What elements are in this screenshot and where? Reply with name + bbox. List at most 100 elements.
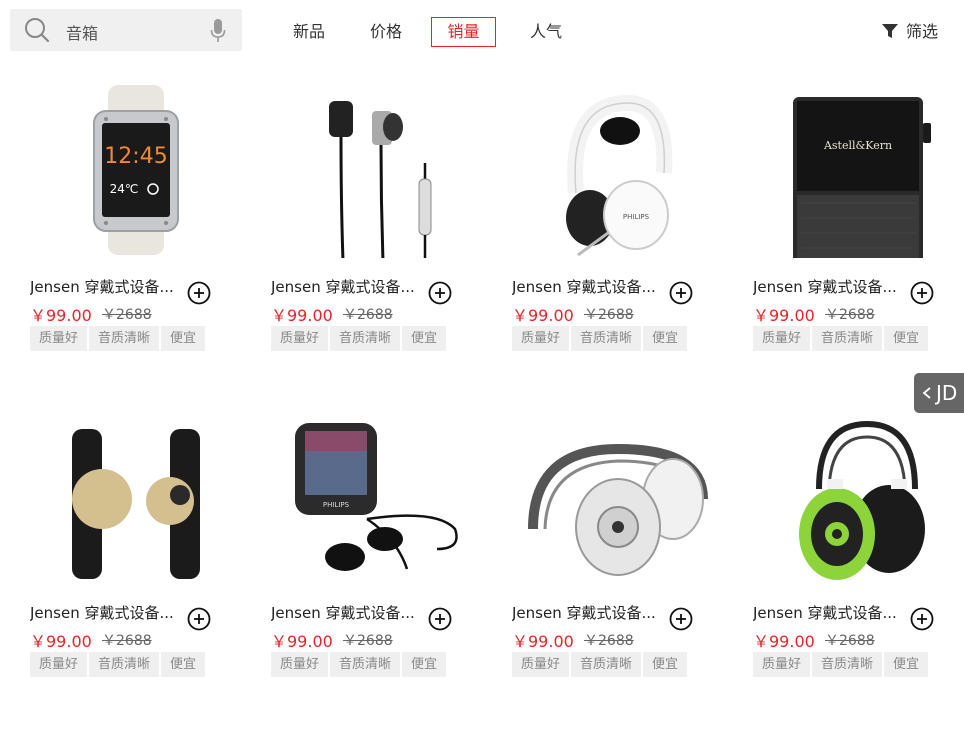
add-to-cart-icon[interactable] bbox=[428, 607, 452, 631]
tag[interactable]: 便宜 bbox=[884, 652, 929, 677]
product-tags: 质量好 音质清晰 便宜 bbox=[271, 326, 447, 351]
product-image-mp3-player[interactable]: PHILIPS bbox=[271, 404, 483, 589]
jd-side-tab-label: JD bbox=[936, 381, 958, 405]
product-tags: 质量好 音质清晰 便宜 bbox=[271, 652, 447, 677]
product-price: ￥99.00 bbox=[753, 632, 815, 651]
add-to-cart-icon[interactable] bbox=[669, 281, 693, 305]
add-to-cart-icon[interactable] bbox=[187, 607, 211, 631]
product-tags: 质量好 音质清晰 便宜 bbox=[753, 326, 929, 351]
product-card[interactable]: Jensen 穿戴式设备... ￥99.00 ￥2688 质量好 音质清晰 便宜 bbox=[271, 78, 483, 378]
product-price: ￥99.00 bbox=[30, 306, 92, 325]
product-image-smartwatch[interactable]: 12:45 24℃ bbox=[30, 78, 242, 263]
product-title[interactable]: Jensen 穿戴式设备... bbox=[512, 276, 662, 297]
tab-price[interactable]: 价格 bbox=[362, 17, 410, 47]
filter-button[interactable]: 筛选 bbox=[882, 20, 938, 44]
tab-sales[interactable]: 销量 bbox=[431, 17, 496, 47]
fitness-tracker-image bbox=[72, 429, 200, 579]
product-price: ￥99.00 bbox=[30, 632, 92, 651]
tag[interactable]: 音质清晰 bbox=[89, 326, 160, 351]
tag[interactable]: 音质清晰 bbox=[330, 326, 401, 351]
product-card[interactable]: Jensen 穿戴式设备... ￥99.00 ￥2688 质量好 音质清晰 便宜 bbox=[753, 404, 964, 704]
astell-kern-logo-text: Astell&Kern bbox=[823, 139, 892, 152]
product-image-white-headphones[interactable]: PHILIPS bbox=[512, 78, 724, 263]
product-card[interactable]: Astell&Kern Jensen 穿戴式设备... ￥99.00 ￥2688… bbox=[753, 78, 964, 378]
product-image-earphones[interactable] bbox=[271, 78, 483, 263]
tag[interactable]: 便宜 bbox=[402, 652, 447, 677]
studio-headphones-image bbox=[528, 443, 708, 576]
search-bar[interactable]: 音箱 bbox=[10, 9, 242, 51]
product-title[interactable]: Jensen 穿戴式设备... bbox=[271, 276, 421, 297]
product-price: ￥99.00 bbox=[512, 632, 574, 651]
product-card[interactable]: PHILIPS Jensen 穿戴式设备... ￥99.00 ￥2688 质量好… bbox=[512, 78, 724, 378]
product-card[interactable]: 12:45 24℃ Jensen 穿戴式设备... ￥99.00 ￥2688 质… bbox=[30, 78, 242, 378]
smartwatch-image: 12:45 24℃ bbox=[93, 85, 179, 255]
tag[interactable]: 音质清晰 bbox=[89, 652, 160, 677]
jd-side-tab[interactable]: JD bbox=[914, 373, 964, 413]
product-title[interactable]: Jensen 穿戴式设备... bbox=[753, 276, 903, 297]
search-input[interactable]: 音箱 bbox=[66, 20, 98, 44]
product-original-price: ￥2688 bbox=[584, 307, 634, 323]
tab-popularity[interactable]: 人气 bbox=[522, 17, 570, 47]
tag[interactable]: 便宜 bbox=[161, 326, 206, 351]
tab-new[interactable]: 新品 bbox=[285, 17, 333, 47]
tag[interactable]: 音质清晰 bbox=[571, 652, 642, 677]
tag[interactable]: 质量好 bbox=[271, 326, 329, 351]
filter-icon bbox=[882, 24, 898, 38]
product-title[interactable]: Jensen 穿戴式设备... bbox=[30, 276, 180, 297]
product-image-green-headphones[interactable] bbox=[753, 404, 964, 589]
product-price: ￥99.00 bbox=[271, 306, 333, 325]
music-player-image: Astell&Kern bbox=[793, 97, 931, 258]
product-card[interactable]: PHILIPS Jensen 穿戴式设备... ￥99.00 ￥2688 质量好… bbox=[271, 404, 483, 704]
search-icon bbox=[25, 18, 50, 43]
tag[interactable]: 质量好 bbox=[512, 326, 570, 351]
tag[interactable]: 音质清晰 bbox=[330, 652, 401, 677]
product-card[interactable]: Jensen 穿戴式设备... ￥99.00 ￥2688 质量好 音质清晰 便宜 bbox=[512, 404, 724, 704]
watch-temp-text: 24℃ bbox=[110, 182, 139, 196]
tag[interactable]: 质量好 bbox=[271, 652, 329, 677]
product-title[interactable]: Jensen 穿戴式设备... bbox=[30, 602, 180, 623]
product-image-fitness-tracker[interactable] bbox=[30, 404, 242, 589]
tag[interactable]: 便宜 bbox=[643, 326, 688, 351]
product-price: ￥99.00 bbox=[512, 306, 574, 325]
product-title[interactable]: Jensen 穿戴式设备... bbox=[753, 602, 903, 623]
product-image-studio-headphones[interactable] bbox=[512, 404, 724, 589]
product-original-price: ￥2688 bbox=[584, 633, 634, 649]
product-image-music-player[interactable]: Astell&Kern bbox=[753, 78, 964, 263]
product-original-price: ￥2688 bbox=[102, 633, 152, 649]
add-to-cart-icon[interactable] bbox=[669, 607, 693, 631]
top-bar: 音箱 新品 价格 销量 人气 筛选 bbox=[0, 0, 964, 64]
product-title[interactable]: Jensen 穿戴式设备... bbox=[271, 602, 421, 623]
product-tags: 质量好 音质清晰 便宜 bbox=[30, 326, 206, 351]
earphones-image bbox=[329, 101, 432, 258]
add-to-cart-icon[interactable] bbox=[428, 281, 452, 305]
add-to-cart-icon[interactable] bbox=[910, 607, 934, 631]
tag[interactable]: 便宜 bbox=[884, 326, 929, 351]
tag[interactable]: 质量好 bbox=[30, 326, 88, 351]
product-price: ￥99.00 bbox=[753, 306, 815, 325]
philips-logo-text: PHILIPS bbox=[323, 501, 350, 509]
add-to-cart-icon[interactable] bbox=[910, 281, 934, 305]
tag[interactable]: 音质清晰 bbox=[812, 652, 883, 677]
product-tags: 质量好 音质清晰 便宜 bbox=[512, 652, 688, 677]
add-to-cart-icon[interactable] bbox=[187, 281, 211, 305]
tag[interactable]: 质量好 bbox=[30, 652, 88, 677]
tag[interactable]: 质量好 bbox=[512, 652, 570, 677]
tag[interactable]: 质量好 bbox=[753, 326, 811, 351]
product-card[interactable]: Jensen 穿戴式设备... ￥99.00 ￥2688 质量好 音质清晰 便宜 bbox=[30, 404, 242, 704]
mp3-player-image: PHILIPS bbox=[295, 423, 458, 571]
tag[interactable]: 音质清晰 bbox=[812, 326, 883, 351]
product-tags: 质量好 音质清晰 便宜 bbox=[753, 652, 929, 677]
tag[interactable]: 便宜 bbox=[402, 326, 447, 351]
tag[interactable]: 便宜 bbox=[161, 652, 206, 677]
watch-time-text: 12:45 bbox=[104, 144, 167, 169]
product-original-price: ￥2688 bbox=[102, 307, 152, 323]
microphone-icon[interactable] bbox=[210, 18, 226, 44]
product-title[interactable]: Jensen 穿戴式设备... bbox=[512, 602, 662, 623]
chevron-left-icon bbox=[922, 387, 931, 399]
tag[interactable]: 音质清晰 bbox=[571, 326, 642, 351]
product-tags: 质量好 音质清晰 便宜 bbox=[512, 326, 688, 351]
green-headphones-image bbox=[799, 420, 925, 580]
tag[interactable]: 便宜 bbox=[643, 652, 688, 677]
product-list-page: 音箱 新品 价格 销量 人气 筛选 12:45 24℃ Jensen 穿戴式设备… bbox=[0, 0, 964, 747]
tag[interactable]: 质量好 bbox=[753, 652, 811, 677]
